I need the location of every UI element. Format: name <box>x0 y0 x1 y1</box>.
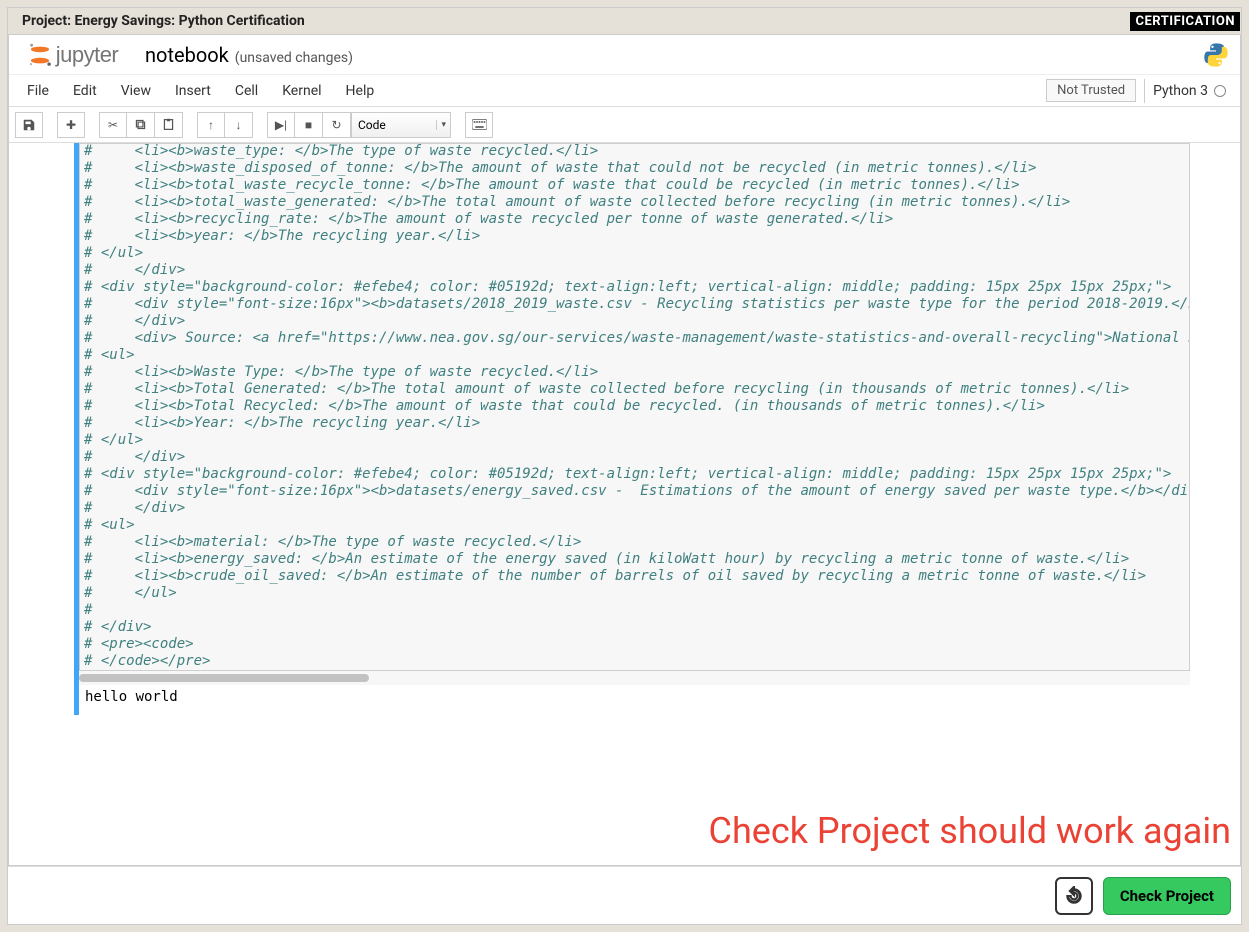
keyboard-icon <box>472 119 487 130</box>
cut-icon: ✂ <box>108 118 118 132</box>
menu-view[interactable]: View <box>109 77 163 105</box>
code-line[interactable]: # <li><b>Year: </b>The recycling year.</… <box>84 415 1185 432</box>
code-line[interactable]: # <div style="font-size:16px"><b>dataset… <box>84 483 1185 500</box>
code-line[interactable]: # <div style="background-color: #efebe4;… <box>84 279 1185 296</box>
top-bar: Project: Energy Savings: Python Certific… <box>8 8 1241 34</box>
notebook-app: jupyter notebook (unsaved changes) File … <box>8 34 1241 866</box>
jupyter-logo-text: jupyter <box>56 42 119 68</box>
save-button[interactable] <box>15 112 43 138</box>
copy-button[interactable] <box>127 112 155 138</box>
code-line[interactable]: # <li><b>recycling_rate: </b>The amount … <box>84 211 1185 228</box>
copy-icon <box>134 118 147 131</box>
code-line[interactable]: # <pre><code> <box>84 636 1185 653</box>
code-line[interactable]: # <li><b>material: </b>The type of waste… <box>84 534 1185 551</box>
menu-edit[interactable]: Edit <box>61 77 109 105</box>
save-icon <box>22 118 36 132</box>
code-line[interactable]: # <li><b>total_waste_generated: </b>The … <box>84 194 1185 211</box>
run-button[interactable]: ▶| <box>267 112 295 138</box>
move-down-button[interactable]: ↓ <box>225 112 253 138</box>
code-line[interactable]: # <ul> <box>84 347 1185 364</box>
code-line[interactable]: # </div> <box>84 500 1185 517</box>
horizontal-scrollbar[interactable] <box>79 671 1190 685</box>
code-line[interactable]: # </div> <box>84 619 1185 636</box>
cut-button[interactable]: ✂ <box>99 112 127 138</box>
reset-icon <box>1064 886 1084 906</box>
cell-type-value: Code <box>358 118 386 132</box>
menu-insert[interactable]: Insert <box>163 77 223 105</box>
code-line[interactable]: # </ul> <box>84 245 1185 262</box>
notebook-name[interactable]: notebook <box>145 43 229 67</box>
code-cell[interactable]: # <ul> # <li><b>waste_type: </b>The type … <box>74 143 1190 715</box>
menu-kernel[interactable]: Kernel <box>270 77 333 105</box>
code-line[interactable]: # <ul> <box>84 517 1185 534</box>
code-line[interactable]: # </ul> <box>84 585 1185 602</box>
code-line[interactable]: # <li><b>waste_type: </b>The type of was… <box>84 143 1185 160</box>
code-line[interactable]: # <li><b>Waste Type: </b>The type of was… <box>84 364 1185 381</box>
code-line[interactable]: # <div> Source: <a href="https://www.nea… <box>84 330 1185 347</box>
footer-bar: Check Project <box>8 866 1241 924</box>
code-line[interactable]: # </ul> <box>84 432 1185 449</box>
arrow-down-icon: ↓ <box>236 118 242 132</box>
code-line[interactable]: # </div> <box>84 449 1185 466</box>
paste-icon <box>162 118 175 131</box>
move-up-button[interactable]: ↑ <box>197 112 225 138</box>
code-line[interactable]: # <div style="background-color: #efebe4;… <box>84 466 1185 483</box>
plus-icon: ✚ <box>66 118 76 132</box>
cell-type-select[interactable]: Code <box>351 112 451 138</box>
notebook-save-status: (unsaved changes) <box>235 50 353 66</box>
code-line[interactable]: # </div> <box>84 262 1185 279</box>
add-cell-button[interactable]: ✚ <box>57 112 85 138</box>
code-line[interactable]: # <li><b>energy_saved: </b>An estimate o… <box>84 551 1185 568</box>
code-line[interactable]: # </div> <box>84 313 1185 330</box>
stop-button[interactable]: ■ <box>295 112 323 138</box>
check-project-button[interactable]: Check Project <box>1103 877 1231 915</box>
kernel-status-icon <box>1214 85 1226 97</box>
cell-output: hello world <box>79 685 1190 715</box>
arrow-up-icon: ↑ <box>208 118 214 132</box>
code-line[interactable]: # <div style="font-size:16px"><b>dataset… <box>84 296 1185 313</box>
certification-badge: CERTIFICATION <box>1130 12 1240 31</box>
code-input-area[interactable]: # <ul> # <li><b>waste_type: </b>The type … <box>79 143 1190 671</box>
command-palette-button[interactable] <box>465 112 493 138</box>
menu-cell[interactable]: Cell <box>223 77 270 105</box>
run-icon: ▶| <box>275 118 287 132</box>
code-line[interactable]: # <box>84 602 1185 619</box>
paste-button[interactable] <box>155 112 183 138</box>
code-line[interactable]: # <li><b>Total Generated: </b>The total … <box>84 381 1185 398</box>
scrollbar-thumb[interactable] <box>79 674 369 682</box>
code-line[interactable]: # </code></pre> <box>84 653 1185 670</box>
notebook-header: jupyter notebook (unsaved changes) <box>9 35 1240 75</box>
trust-button[interactable]: Not Trusted <box>1046 79 1136 102</box>
jupyter-icon <box>26 41 54 69</box>
kernel-indicator[interactable]: Python 3 <box>1144 79 1234 103</box>
stop-icon: ■ <box>305 118 312 132</box>
jupyter-logo[interactable]: jupyter <box>17 41 127 69</box>
toolbar: ✚ ✂ ↑ ↓ ▶ <box>9 107 1240 143</box>
kernel-name: Python 3 <box>1153 83 1208 99</box>
code-line[interactable]: # <li><b>crude_oil_saved: </b>An estimat… <box>84 568 1185 585</box>
reset-button[interactable] <box>1055 877 1093 915</box>
restart-icon: ↻ <box>331 118 341 132</box>
menu-help[interactable]: Help <box>334 77 387 105</box>
annotation-text: Check Project should work again <box>709 810 1231 852</box>
python-logo-icon <box>1202 41 1230 69</box>
restart-button[interactable]: ↻ <box>323 112 351 138</box>
code-line[interactable]: # <li><b>waste_disposed_of_tonne: </b>Th… <box>84 160 1185 177</box>
menubar: File Edit View Insert Cell Kernel Help N… <box>9 75 1240 107</box>
code-line[interactable]: # <li><b>year: </b>The recycling year.</… <box>84 228 1185 245</box>
code-line[interactable]: # <li><b>total_waste_recycle_tonne: </b>… <box>84 177 1185 194</box>
menu-file[interactable]: File <box>15 77 61 105</box>
project-title: Project: Energy Savings: Python Certific… <box>22 13 305 29</box>
code-line[interactable]: # <li><b>Total Recycled: </b>The amount … <box>84 398 1185 415</box>
notebook-content[interactable]: # <ul> # <li><b>waste_type: </b>The type … <box>9 143 1240 865</box>
